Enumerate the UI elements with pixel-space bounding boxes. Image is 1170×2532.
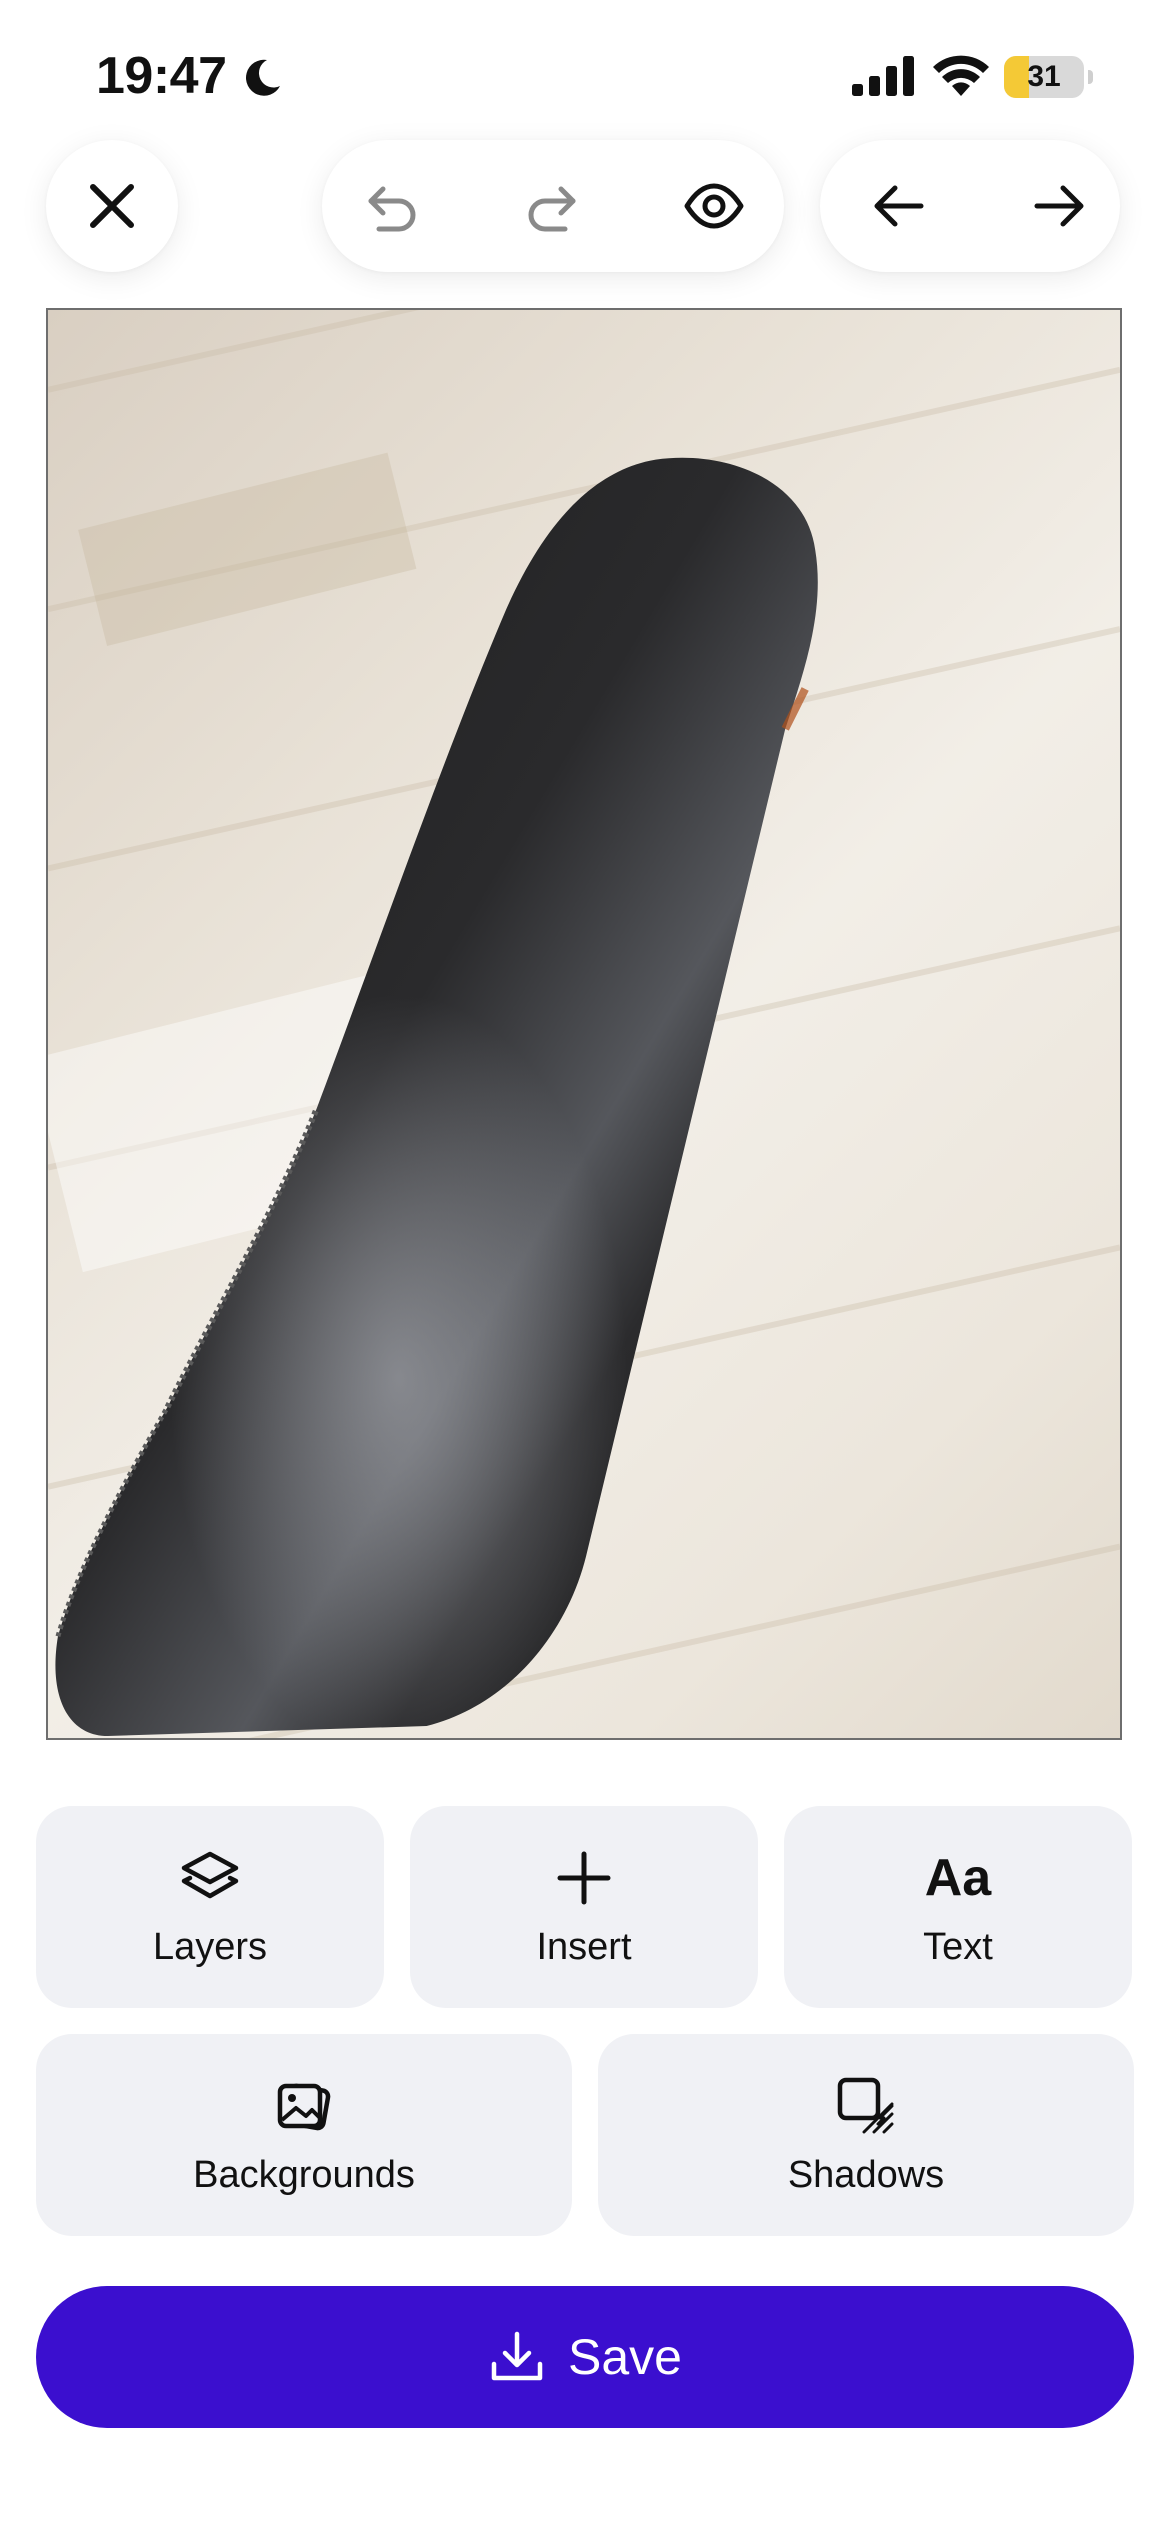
shadows-button[interactable]: Shadows — [598, 2034, 1134, 2236]
close-icon — [90, 184, 134, 228]
wifi-icon — [933, 55, 989, 96]
redo-icon — [528, 186, 576, 232]
backgrounds-label: Backgrounds — [193, 2154, 415, 2196]
status-time: 19:47 — [96, 47, 227, 105]
text-button[interactable]: Aa Text — [784, 1806, 1132, 2008]
forward-button[interactable] — [1020, 166, 1100, 246]
download-icon — [491, 2331, 543, 2381]
layers-button[interactable]: Layers — [36, 1806, 384, 2008]
close-pill — [46, 140, 178, 272]
moon-icon — [246, 59, 280, 96]
arrow-right-icon — [1034, 185, 1084, 227]
text-label: Text — [923, 1926, 993, 1968]
close-button[interactable] — [72, 166, 152, 246]
shadow-icon — [837, 2077, 894, 2134]
plus-icon — [557, 1851, 611, 1905]
save-label: Save — [568, 2329, 682, 2385]
shadows-label: Shadows — [787, 2154, 945, 2196]
layers-icon — [181, 1851, 239, 1899]
insert-label: Insert — [536, 1926, 632, 1968]
redo-button[interactable] — [512, 166, 592, 246]
insert-button[interactable]: Insert — [410, 1806, 758, 2008]
battery-percentage: 31 — [1027, 60, 1061, 93]
undo-icon — [368, 186, 416, 232]
cellular-signal-icon — [852, 56, 914, 96]
arrow-left-icon — [874, 185, 924, 227]
back-button[interactable] — [858, 166, 938, 246]
history-toolbar — [322, 140, 784, 272]
backgrounds-button[interactable]: Backgrounds — [36, 2034, 572, 2236]
battery-icon: 31 — [1004, 56, 1093, 98]
save-button[interactable]: Save — [36, 2286, 1134, 2428]
text-icon: Aa — [924, 1849, 992, 1907]
image-stack-icon — [277, 2083, 331, 2131]
layers-label: Layers — [152, 1926, 268, 1968]
product-photo — [48, 310, 1120, 1738]
eye-icon — [684, 183, 744, 229]
navigation-toolbar — [820, 140, 1120, 272]
status-bar: 19:47 31 — [0, 0, 1170, 140]
photo-canvas[interactable] — [46, 308, 1122, 1740]
undo-button[interactable] — [352, 166, 432, 246]
preview-button[interactable] — [674, 166, 754, 246]
